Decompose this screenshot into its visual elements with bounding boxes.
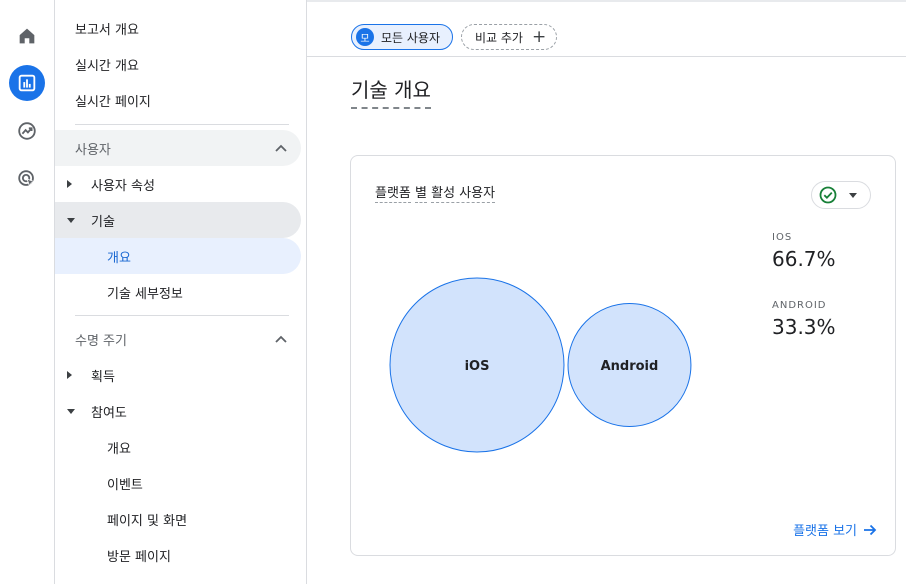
nav-label: 기술 (91, 214, 115, 230)
bubble-label: Android (601, 359, 659, 374)
reports-icon[interactable] (9, 65, 45, 101)
nav-landing-page[interactable]: 방문 페이지 (55, 537, 301, 573)
explore-icon[interactable] (9, 113, 45, 149)
stat-key: IOS (772, 232, 793, 243)
chevron-up-icon (275, 144, 287, 152)
nav-label: 개요 (107, 250, 131, 266)
segment-label: 모든 사용자 (381, 30, 441, 45)
platform-bubble-chart: iOS Android (389, 277, 692, 453)
nav-label: 이벤트 (107, 477, 143, 493)
nav-label: 개요 (107, 441, 131, 457)
nav-engagement-overview[interactable]: 개요 (55, 429, 301, 465)
home-icon[interactable] (9, 18, 45, 54)
stat-ios: IOS 66.7% (772, 232, 836, 271)
add-comparison-button[interactable]: 비교 추가 + (461, 24, 557, 50)
stat-value: 66.7% (772, 247, 836, 271)
nav-tech[interactable]: 기술 (55, 202, 301, 238)
view-platforms-link[interactable]: 플랫폼 보기 (793, 520, 877, 539)
platform-users-card: 플랫폼 별 활성 사용자 iOS Android IOS 66.7% ANDROI… (350, 155, 896, 556)
stat-key: ANDROID (772, 300, 827, 311)
plus-icon: + (531, 26, 547, 47)
divider (75, 315, 289, 316)
nav-label: 실시간 페이지 (75, 94, 151, 110)
nav-pages-screens[interactable]: 페이지 및 화면 (55, 501, 301, 537)
nav-label: 방문 페이지 (107, 549, 171, 565)
nav-label: 보고서 개요 (75, 22, 139, 38)
nav-reports-overview[interactable]: 보고서 개요 (55, 10, 301, 46)
nav-section-lifecycle[interactable]: 수명 주기 (55, 321, 301, 357)
divider (75, 124, 289, 125)
stat-android: ANDROID 33.3% (772, 300, 836, 339)
add-comparison-label: 비교 추가 (475, 30, 523, 45)
nav-label: 페이지 및 화면 (107, 513, 188, 529)
section-label: 사용자 (75, 142, 111, 158)
triangle-down-icon (67, 217, 75, 223)
segment-chip-all-users[interactable]: 모 모든 사용자 (351, 24, 453, 50)
nav-label: 실시간 개요 (75, 58, 139, 74)
triangle-down-icon (67, 408, 75, 414)
report-nav: 보고서 개요 실시간 개요 실시간 페이지 사용자 사용자 속성 기술 개요 기… (55, 0, 307, 584)
nav-realtime-pages[interactable]: 실시간 페이지 (55, 82, 301, 118)
triangle-right-icon (67, 371, 72, 379)
segment-badge: 모 (356, 28, 374, 46)
nav-label: 획득 (91, 369, 115, 385)
nav-label: 기술 세부정보 (107, 286, 183, 302)
nav-tech-overview[interactable]: 개요 (55, 238, 301, 274)
stat-value: 33.3% (772, 315, 836, 339)
icon-rail (0, 0, 55, 584)
advertising-icon[interactable] (9, 161, 45, 197)
comparison-bar: 모 모든 사용자 비교 추가 + (307, 0, 906, 57)
link-label: 플랫폼 보기 (793, 524, 857, 539)
nav-tech-details[interactable]: 기술 세부정보 (55, 274, 301, 310)
arrow-right-icon (864, 524, 877, 535)
nav-acquisition[interactable]: 획득 (55, 357, 301, 393)
triangle-right-icon (67, 180, 72, 188)
nav-events[interactable]: 이벤트 (55, 465, 301, 501)
nav-realtime-overview[interactable]: 실시간 개요 (55, 46, 301, 82)
nav-engagement[interactable]: 참여도 (55, 393, 301, 429)
nav-label: 사용자 속성 (91, 178, 155, 194)
chevron-up-icon (275, 335, 287, 343)
page-title: 기술 개요 (351, 74, 431, 109)
nav-user-attributes[interactable]: 사용자 속성 (55, 166, 301, 202)
nav-label: 참여도 (91, 405, 127, 421)
nav-section-users[interactable]: 사용자 (55, 130, 301, 166)
section-label: 수명 주기 (75, 333, 127, 349)
bubble-label: iOS (465, 359, 490, 374)
